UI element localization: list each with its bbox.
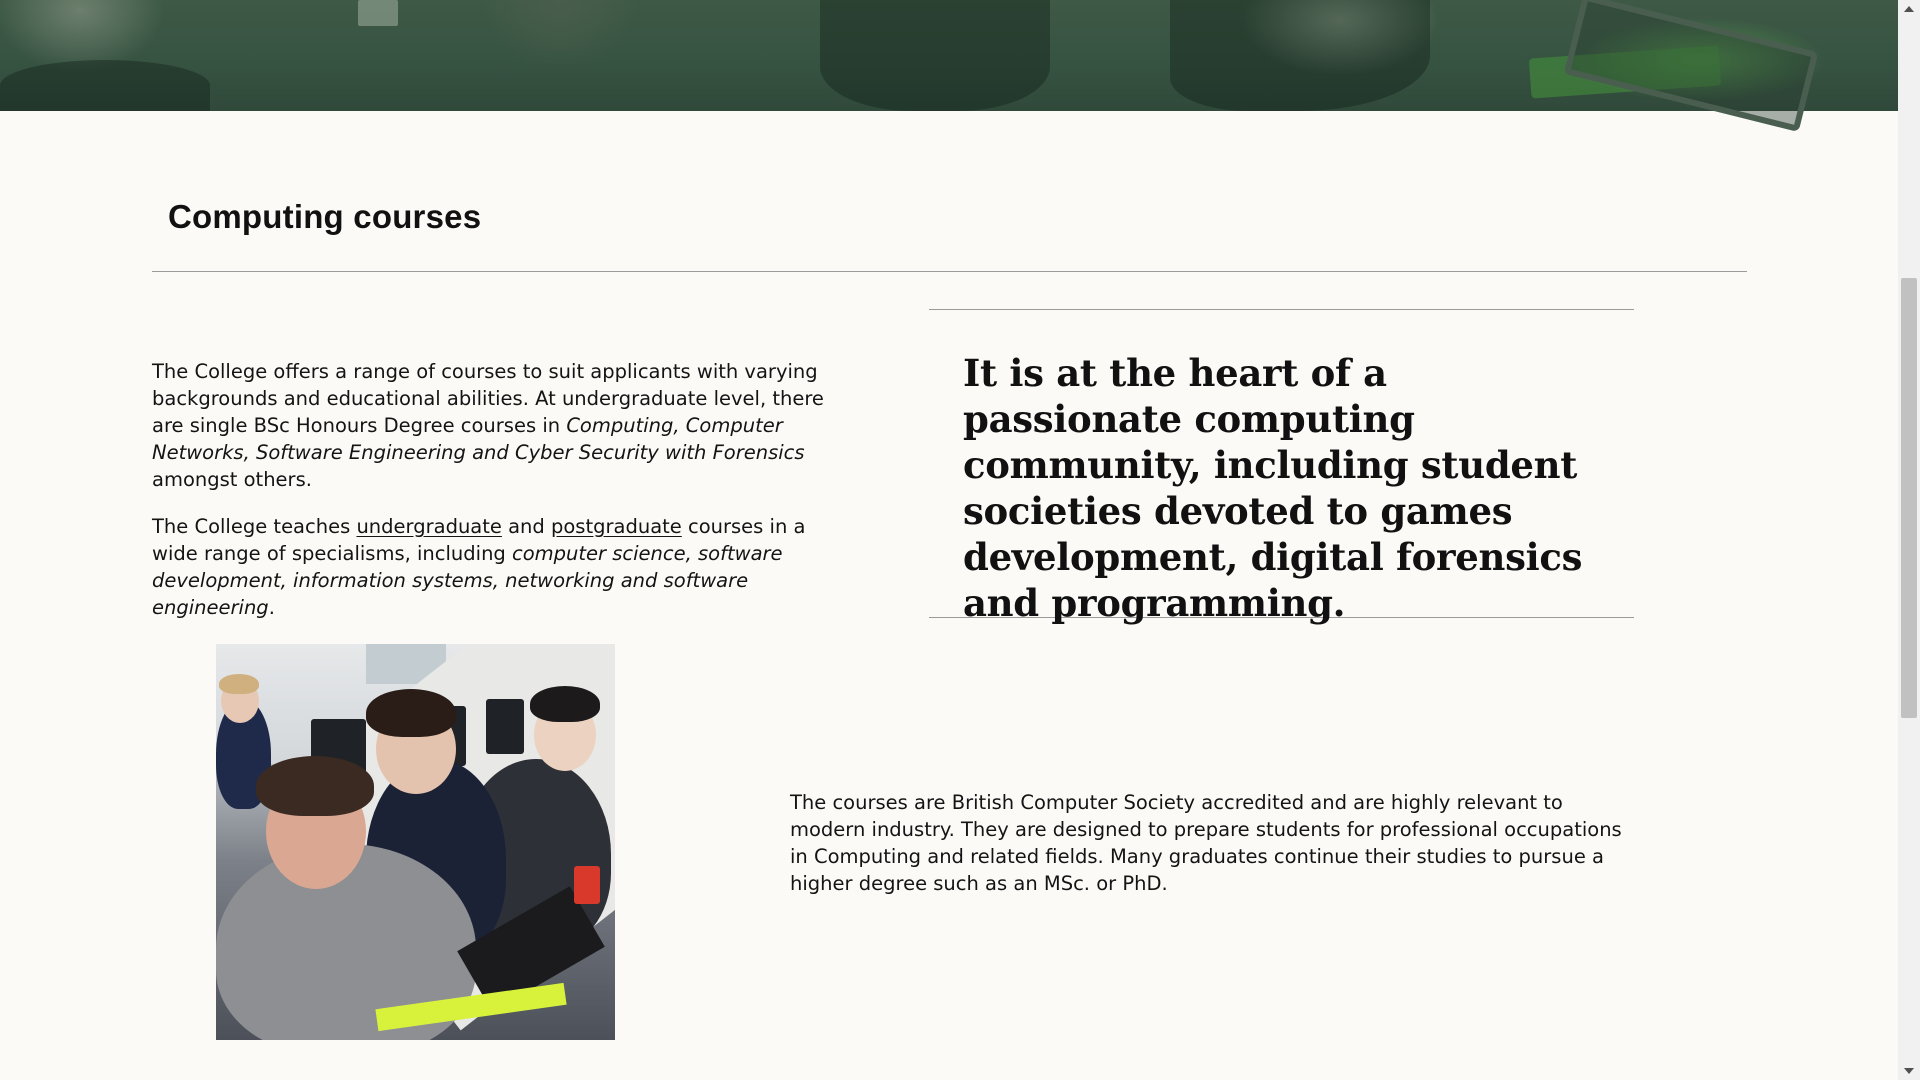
- students-at-laptop-photo: [216, 644, 615, 1040]
- intro-text-span: .: [268, 596, 275, 619]
- intro-text-span: The College teaches: [152, 515, 357, 538]
- intro-paragraph-1: The College offers a range of courses to…: [152, 358, 832, 493]
- intro-text-span: and: [501, 515, 551, 538]
- undergraduate-link[interactable]: undergraduate: [356, 515, 501, 538]
- photo-hair: [530, 686, 600, 722]
- title-divider: [152, 271, 1747, 272]
- intro-text: The College offers a range of courses to…: [152, 358, 832, 641]
- arrow-up-icon: [1904, 6, 1914, 12]
- postgraduate-link[interactable]: postgraduate: [551, 515, 682, 538]
- photo-hair: [219, 674, 259, 694]
- tablet-shape: [1563, 0, 1819, 133]
- page: Computing courses The College offers a r…: [0, 0, 1920, 1080]
- section-title: Computing courses: [168, 198, 482, 235]
- scrollbar[interactable]: [1898, 0, 1920, 1080]
- shoulder-shape: [0, 60, 210, 111]
- photo-hair: [256, 756, 374, 816]
- arrow-down-icon: [1904, 1068, 1914, 1074]
- photo-cup: [574, 866, 600, 904]
- intro-paragraph-2: The College teaches undergraduate and po…: [152, 513, 832, 621]
- scroll-up-button[interactable]: [1898, 0, 1920, 18]
- pull-quote-text: It is at the heart of a passionate compu…: [963, 351, 1583, 625]
- scroll-down-button[interactable]: [1898, 1062, 1920, 1080]
- hero-banner-image: [0, 0, 1898, 133]
- accreditation-text: The courses are British Computer Society…: [790, 791, 1622, 895]
- scroll-thumb[interactable]: [1901, 278, 1917, 718]
- intro-text-span: amongst others.: [152, 468, 312, 491]
- person-shape: [820, 0, 1050, 111]
- photo-monitor: [486, 699, 524, 754]
- pull-quote: It is at the heart of a passionate compu…: [929, 309, 1634, 625]
- wall-switch-shape: [358, 0, 398, 26]
- person-shape: [1170, 0, 1430, 111]
- photo-hair: [366, 689, 456, 737]
